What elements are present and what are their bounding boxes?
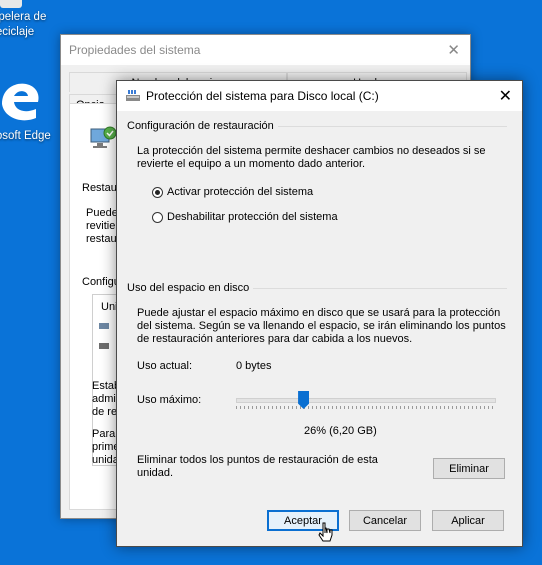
mouse-cursor-icon (318, 522, 333, 542)
drive-icon (99, 323, 109, 329)
config-text-fragment-3: de re (92, 406, 118, 418)
max-usage-slider-track[interactable] (236, 398, 496, 403)
current-usage-value: 0 bytes (236, 360, 272, 372)
edge-label[interactable]: rosoft Edge (0, 129, 51, 144)
recycle-bin-label-line2: reciclaje (0, 26, 35, 38)
system-properties-titlebar: Propiedades del sistema ✕ (61, 35, 470, 65)
radio-indicator[interactable] (152, 186, 163, 198)
radio-enable-label: Activar protección del sistema (167, 186, 314, 198)
recycle-bin-icon[interactable] (0, 0, 30, 10)
disk-drive-icon (126, 90, 140, 101)
max-usage-label: Uso máximo: (137, 394, 202, 406)
drive-icon (99, 343, 109, 349)
max-usage-value: 26% (6,20 GB) (304, 425, 377, 437)
system-protection-dialog: Protección del sistema para Disco local … (116, 80, 523, 547)
cancel-button[interactable]: Cancelar (349, 510, 421, 531)
max-usage-slider-ticks (236, 406, 494, 409)
apply-button[interactable]: Aplicar (432, 510, 504, 531)
current-usage-label: Uso actual: (137, 360, 193, 372)
create-text-fragment-1: Para (92, 428, 116, 440)
radio-disable-label: Deshabilitar protección del sistema (167, 211, 338, 223)
create-text-fragment-3: unida (92, 454, 119, 466)
system-computer-icon (90, 126, 117, 148)
config-heading-fragment: Configu (82, 276, 120, 288)
dialog-title: Protección del sistema para Disco local … (146, 89, 379, 103)
recycle-bin-label[interactable]: apelera de reciclaje (0, 10, 46, 40)
close-icon[interactable]: ✕ (499, 86, 512, 106)
recycle-bin-label-line1: apelera de (0, 11, 47, 23)
dialog-titlebar: Protección del sistema para Disco local … (117, 81, 522, 111)
radio-indicator[interactable] (152, 211, 163, 223)
close-icon[interactable]: ✕ (447, 41, 460, 59)
radio-disable-protection[interactable]: Deshabilitar protección del sistema (152, 211, 338, 223)
restore-description: La protección del sistema permite deshac… (137, 145, 486, 170)
restore-text-fragment-2: revitie (86, 220, 116, 232)
system-properties-title: Propiedades del sistema (69, 43, 201, 57)
edge-icon[interactable] (0, 78, 44, 124)
delete-description: Eliminar todos los puntos de restauració… (137, 454, 378, 479)
radio-enable-protection[interactable]: Activar protección del sistema (152, 186, 313, 198)
disk-usage-description: Puede ajustar el espacio máximo en disco… (137, 307, 506, 345)
restore-settings-heading: Configuración de restauración (127, 120, 278, 132)
restore-text-fragment-1: Puede (86, 207, 118, 219)
disk-usage-heading: Uso del espacio en disco (127, 282, 254, 294)
delete-button[interactable]: Eliminar (433, 458, 505, 479)
